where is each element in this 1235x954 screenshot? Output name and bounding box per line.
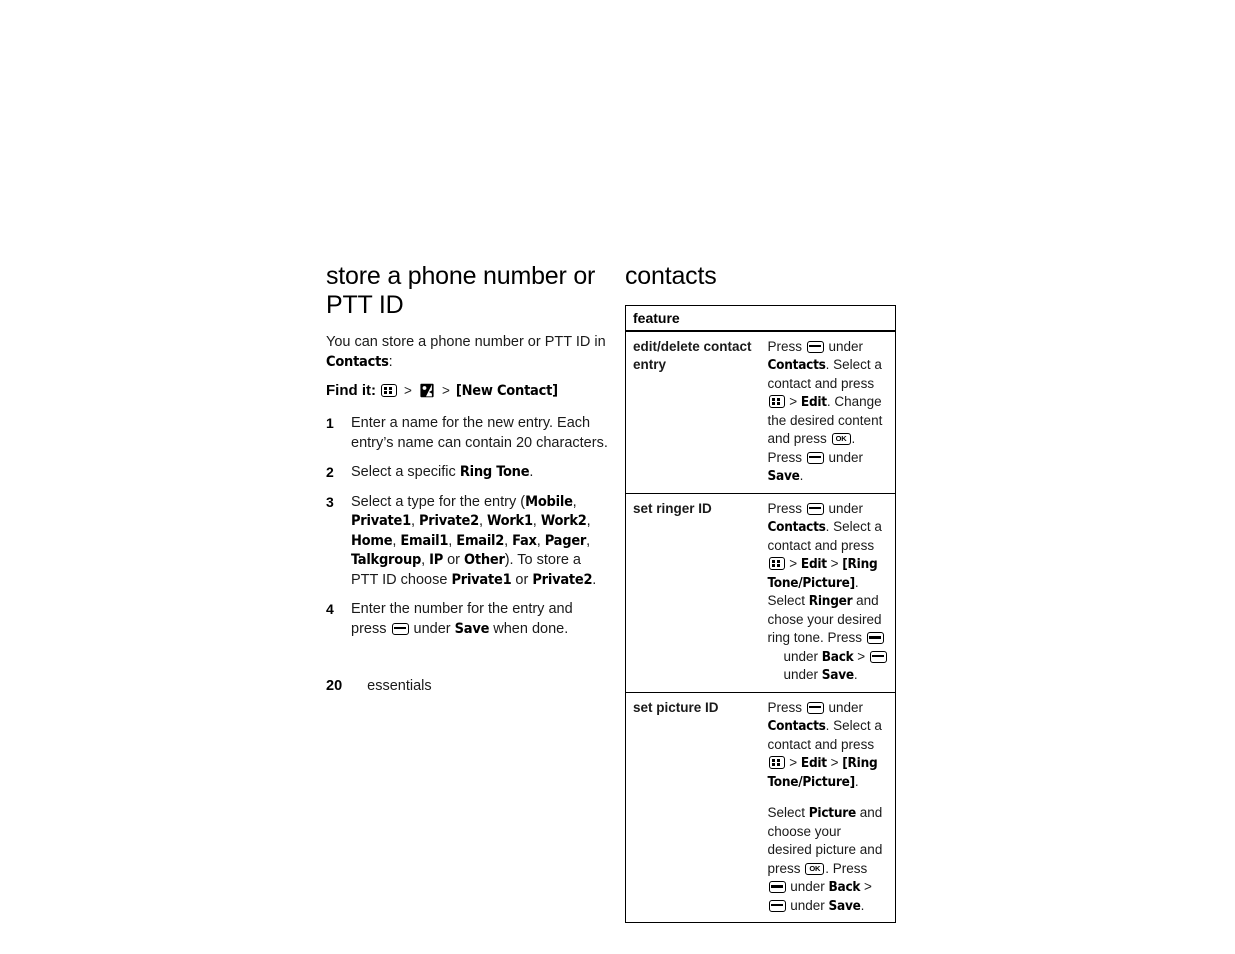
column-header-feature: feature bbox=[625, 305, 896, 332]
description-paragraph: Press under Contacts. Select a contact a… bbox=[768, 500, 890, 685]
right-column: contacts feature edit/delete contact ent… bbox=[625, 262, 897, 923]
soft-key-icon bbox=[806, 502, 824, 515]
ui-term: Contacts bbox=[767, 519, 826, 535]
soft-key-icon bbox=[768, 899, 786, 912]
ui-term: Save bbox=[767, 468, 800, 484]
ui-term: Private2 bbox=[532, 571, 593, 588]
intro-ui-term: Contacts bbox=[326, 353, 389, 370]
intro-paragraph: You can store a phone number or PTT ID i… bbox=[326, 333, 612, 372]
ui-term: Contacts bbox=[767, 357, 826, 373]
find-it-path: Find it: > > [New Contact] bbox=[326, 381, 612, 401]
step-number: 1 bbox=[326, 415, 334, 431]
page-footer: 20 essentials bbox=[326, 678, 432, 694]
ui-term: Fax bbox=[512, 532, 537, 549]
ui-term: Contacts bbox=[767, 718, 826, 734]
ui-term: Ringer bbox=[808, 593, 853, 609]
description-wrapped-line: under Back > under Save. bbox=[768, 648, 890, 685]
ui-term: Other bbox=[464, 552, 505, 568]
page-number: 20 bbox=[326, 678, 343, 694]
ui-term: Edit bbox=[800, 755, 827, 771]
ui-term: Back bbox=[821, 648, 854, 665]
contacts-section-title: contacts bbox=[625, 262, 717, 290]
step-number: 4 bbox=[326, 601, 334, 617]
ui-term: Work2 bbox=[540, 513, 587, 529]
ui-term: Email2 bbox=[456, 532, 505, 549]
feature-description-cell: Press under Contacts. Select a contact a… bbox=[760, 492, 896, 692]
menu-key-icon bbox=[768, 557, 785, 570]
path-separator-2: > bbox=[442, 383, 450, 398]
soft-key-icon bbox=[806, 701, 824, 714]
step-item: 4 Enter the number for the entry and pre… bbox=[326, 600, 612, 639]
feature-description-cell: Press under Contacts. Select a contact a… bbox=[761, 331, 896, 494]
ui-term: Email1 bbox=[400, 532, 449, 549]
description-paragraph: Press under Contacts. Select a contact a… bbox=[767, 699, 882, 790]
ui-term: IP bbox=[429, 552, 444, 568]
description-paragraph-2: Select Picture and choose your desired p… bbox=[767, 805, 883, 914]
ui-term: Back bbox=[828, 879, 861, 895]
step-number: 3 bbox=[326, 493, 334, 510]
table-row: set ringer ID Press under Contacts. Sele… bbox=[625, 492, 896, 692]
soft-key-icon bbox=[391, 622, 409, 635]
description-paragraph: Press under Contacts. Select a contact a… bbox=[767, 338, 883, 485]
soft-key-icon bbox=[806, 451, 824, 464]
feature-name-cell: edit/delete contact entry bbox=[633, 338, 752, 373]
soft-key-icon bbox=[869, 650, 887, 663]
step-text: Select a specific Ring Tone. bbox=[351, 464, 534, 480]
step-item: 2 Select a specific Ring Tone. bbox=[326, 463, 612, 483]
soft-key-icon bbox=[866, 632, 884, 644]
intro-text-after: : bbox=[388, 353, 393, 370]
ui-term: Save bbox=[821, 667, 854, 683]
ui-term: Private1 bbox=[451, 571, 512, 588]
feature-description-cell: Press under Contacts. Select a contact a… bbox=[760, 691, 896, 923]
step-number: 2 bbox=[326, 464, 334, 480]
table-header-row: feature bbox=[625, 305, 896, 332]
manual-page: store a phone number or PTT ID You can s… bbox=[0, 0, 1235, 954]
soft-key-icon bbox=[806, 340, 824, 353]
left-column: store a phone number or PTT ID You can s… bbox=[326, 262, 612, 649]
ok-key-icon: OK bbox=[805, 862, 825, 875]
menu-key-icon bbox=[768, 756, 785, 769]
feature-name-cell: set ringer ID bbox=[625, 492, 761, 692]
path-separator-1: > bbox=[404, 383, 412, 398]
step-text: Select a type for the entry (Mobile, Pri… bbox=[351, 493, 597, 588]
ui-term: Private1 bbox=[351, 513, 411, 529]
ui-term: Save bbox=[454, 620, 490, 637]
ui-term: Home bbox=[351, 532, 393, 549]
ui-term: Ring Tone bbox=[459, 464, 530, 480]
ok-key-icon: OK bbox=[831, 433, 851, 445]
procedure-steps: 1 Enter a name for the new entry. Each e… bbox=[326, 414, 612, 639]
soft-key-icon bbox=[768, 881, 786, 893]
step-text: Enter the number for the entry and press… bbox=[351, 601, 573, 637]
table-row: edit/delete contact entry Press under Co… bbox=[626, 331, 896, 494]
intro-text-before: You can store a phone number or PTT ID i… bbox=[326, 334, 606, 350]
menu-key-icon bbox=[768, 395, 785, 408]
chapter-name: essentials bbox=[367, 678, 432, 694]
ui-term: Mobile bbox=[525, 493, 573, 510]
table-row: set picture ID Press under Contacts. Sel… bbox=[625, 691, 896, 923]
step-item: 1 Enter a name for the new entry. Each e… bbox=[326, 414, 612, 453]
contacts-book-icon bbox=[420, 383, 434, 398]
ui-term: Edit bbox=[800, 394, 827, 410]
find-it-destination: [New Contact] bbox=[455, 383, 558, 399]
menu-key-icon bbox=[381, 384, 398, 397]
ui-term: Pager bbox=[544, 532, 587, 549]
feature-name-cell: set picture ID bbox=[625, 691, 761, 923]
step-text: Enter a name for the new entry. Each ent… bbox=[351, 415, 608, 451]
page-title: store a phone number or PTT ID bbox=[326, 262, 596, 319]
ui-term: Save bbox=[828, 897, 861, 914]
step-item: 3 Select a type for the entry (Mobile, P… bbox=[326, 493, 612, 591]
ui-term: Edit bbox=[800, 556, 827, 572]
ui-term: Talkgroup bbox=[351, 552, 422, 568]
ui-term: Work1 bbox=[487, 513, 533, 529]
feature-table: feature edit/delete contact entry Press … bbox=[625, 304, 896, 923]
ui-term: Private2 bbox=[419, 513, 479, 529]
find-it-label: Find it: bbox=[326, 382, 376, 399]
ui-term: Picture bbox=[808, 805, 856, 821]
